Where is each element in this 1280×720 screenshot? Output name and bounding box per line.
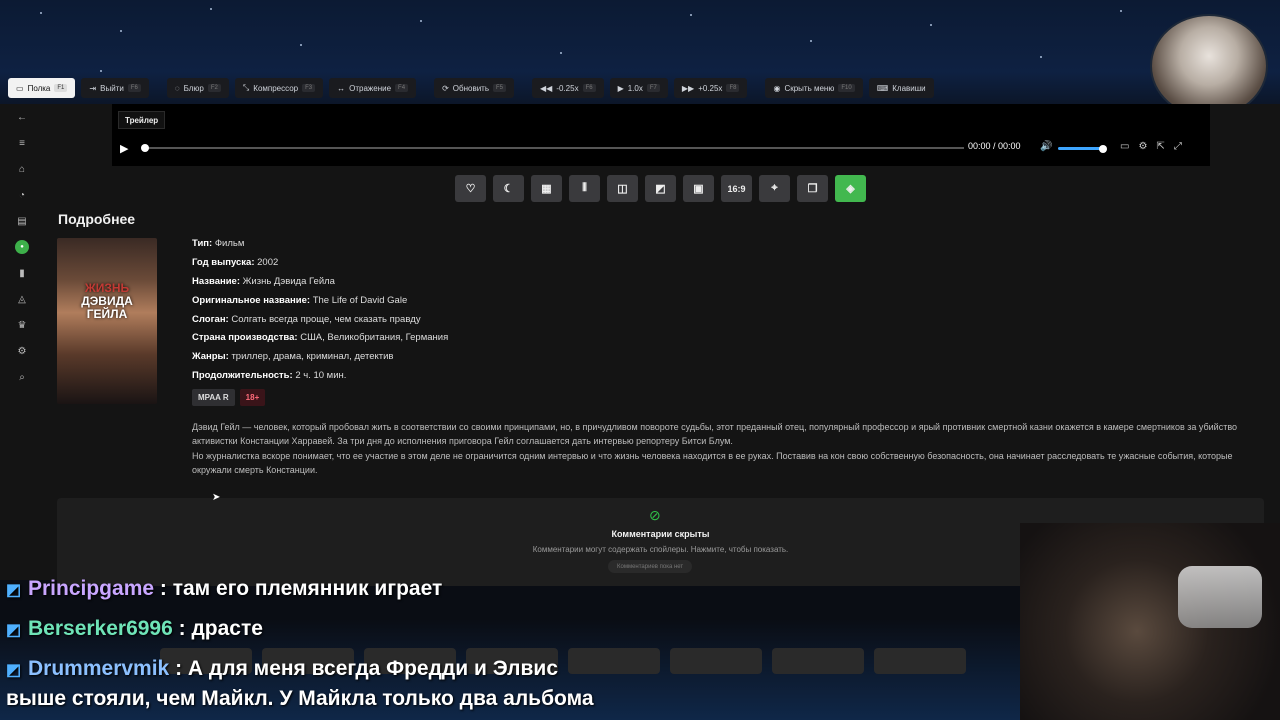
eye-slash-icon: ⊘	[649, 507, 661, 523]
fullscreen-icon[interactable]: ⤢	[1174, 141, 1182, 152]
rewind-icon: ◀◀	[540, 83, 553, 93]
picture-adjust-icon[interactable]: ◩	[645, 175, 676, 202]
shelf-button[interactable]: ▭ Полка F1	[8, 78, 76, 98]
menu-icon[interactable]: ≡	[15, 136, 29, 150]
info-row-slogan: Слоган: Солгать всегда проще, чем сказат…	[192, 313, 421, 325]
comments-empty: Комментариев пока нет	[608, 560, 693, 573]
bookmark-icon[interactable]: ▮	[15, 266, 29, 280]
streamer-avatar	[1150, 14, 1268, 118]
mirror-icon: ↔	[337, 83, 346, 93]
thumbnail[interactable]	[874, 648, 966, 674]
keys-button[interactable]: ⌨ Клавиши	[868, 78, 934, 98]
trailer-tag: Трейлер	[118, 111, 166, 129]
trophy-icon[interactable]: ♛	[15, 318, 29, 332]
popout-icon[interactable]: ⇱	[1156, 141, 1164, 152]
movie-description: Дэвид Гейл — человек, который пробовал ж…	[192, 422, 1238, 476]
copy-icon[interactable]: ❐	[797, 175, 828, 202]
effects-row: ♡ ☾ ▦ ⦀ ◫ ◩ ▣ 16:9 ⌖ ❐ ◈	[455, 175, 866, 202]
time-display: 00:00 / 00:00	[968, 141, 1021, 151]
mpaa-badge: MPAA R	[192, 389, 235, 406]
volume-handle[interactable]	[1099, 144, 1107, 153]
sidebar: ← ≡ ⌂ ◔ ▤ ● ▮ ◬ ♛ ⚙ ⌕	[10, 110, 34, 384]
progress-bar[interactable]	[141, 144, 964, 152]
volume-icon[interactable]: 🔊	[1040, 141, 1052, 152]
aspect-ratio-button[interactable]: 16:9	[721, 175, 752, 202]
compressor-icon: ⤡	[242, 83, 250, 92]
chat-message: ◩ Principgame : там его племянник играет	[6, 577, 443, 600]
slower-button[interactable]: ◀◀ -0.25x F6	[532, 78, 604, 98]
volume-slider[interactable]	[1058, 144, 1107, 153]
thumbnail[interactable]	[670, 648, 762, 674]
movie-poster: ЖИЗНЬ ДЭВИДА ГЕЙЛА	[57, 238, 157, 404]
keyboard-icon: ⌨	[876, 83, 889, 93]
picture-in-picture-icon[interactable]: ▣	[683, 175, 714, 202]
movie-info: Тип: Фильм Год выпуска: 2002 Название: Ж…	[192, 238, 448, 389]
grid-icon[interactable]: ▦	[531, 175, 562, 202]
thumbnail[interactable]	[772, 648, 864, 674]
exit-button[interactable]: ⇥ Выйти F6	[81, 78, 149, 98]
book-icon[interactable]: ▤	[15, 214, 29, 228]
info-row-genres: Жанры: триллер, драма, криминал, детекти…	[192, 351, 394, 363]
hide-menu-button[interactable]: ◉ Скрыть меню F10	[765, 78, 863, 98]
back-arrow-icon[interactable]: ←	[15, 110, 29, 124]
faster-button[interactable]: ▶▶ +0.25x F8	[673, 78, 748, 98]
progress-handle[interactable]	[141, 144, 149, 152]
gear-icon[interactable]: ⚙	[15, 344, 29, 358]
night-mode-icon[interactable]: ☾	[493, 175, 524, 202]
exit-icon: ⇥	[89, 83, 97, 93]
poster-title: ЖИЗНЬ ДЭВИДА ГЕЙЛА	[81, 281, 133, 321]
mouse-cursor: ➤	[212, 492, 221, 503]
home-icon[interactable]: ⌂	[15, 162, 29, 176]
info-row-duration: Продолжительность: 2 ч. 10 мин.	[192, 370, 347, 382]
play-icon: ▶	[617, 83, 624, 93]
shelf-icon: ▭	[16, 83, 24, 93]
age-badge: 18+	[239, 389, 266, 406]
compressor-button[interactable]: ⤡ Компрессор F3	[234, 78, 324, 98]
video-player[interactable]	[112, 104, 1210, 166]
chat-message: ◩ Drummervmik : А для меня всегда Фредди …	[6, 657, 559, 680]
screenshot-icon[interactable]: ⌖	[759, 175, 790, 202]
settings-icon[interactable]: ⚙	[1138, 141, 1147, 152]
video-controls: ▶ 00:00 / 00:00 🔊 ▭ ⚙ ⇱ ⤢	[120, 141, 1200, 155]
refresh-button[interactable]: ⟳ Обновить F5	[434, 78, 515, 98]
search-icon[interactable]: ⌕	[15, 370, 29, 384]
chat-message-continued: выше стояли, чем Майкл. У Майкла только …	[6, 687, 594, 710]
refresh-icon: ⟳	[442, 83, 449, 93]
section-title: Подробнее	[58, 211, 136, 227]
blur-button[interactable]: ◌ Блюр F2	[166, 78, 229, 98]
play-icon[interactable]: ▶	[120, 142, 136, 155]
webcam-chair	[1178, 566, 1262, 628]
subtitles-icon[interactable]: ▭	[1120, 141, 1129, 152]
chat-badge-icon: ◩	[6, 662, 22, 679]
rating-badges: MPAA R 18+	[192, 389, 266, 406]
history-icon[interactable]: ◔	[15, 188, 29, 202]
eye-icon: ◉	[773, 83, 781, 93]
info-row-original-name: Оригинальное название: The Life of David…	[192, 294, 408, 306]
audio-wave-icon[interactable]: ⦀	[569, 175, 600, 202]
chat-message: ◩ Berserker6996 : драсте	[6, 617, 263, 640]
profile-icon[interactable]: ●	[15, 240, 29, 254]
info-row-name: Название: Жизнь Дэвида Гейла	[192, 275, 335, 287]
layers-icon[interactable]: ◈	[835, 175, 866, 202]
thumbnail[interactable]	[568, 648, 660, 674]
info-row-year: Год выпуска: 2002	[192, 256, 279, 268]
normal-speed-button[interactable]: ▶ 1.0x F7	[609, 78, 668, 98]
info-row-country: Страна производства: США, Великобритания…	[192, 332, 449, 344]
blur-icon: ◌	[174, 83, 180, 93]
fast-forward-icon: ▶▶	[681, 83, 695, 93]
favorite-heart-icon[interactable]: ♡	[455, 175, 486, 202]
top-toolbar: ▭ Полка F1 ⇥ Выйти F6 ◌ Блюр F2 ⤡ Компрессор F3 …	[8, 78, 934, 98]
info-row-type: Тип: Фильм	[192, 238, 245, 249]
chat-badge-icon: ◩	[6, 622, 22, 639]
chat-badge-icon: ◩	[6, 582, 22, 599]
bell-icon[interactable]: ◬	[15, 292, 29, 306]
mirror-button[interactable]: ↔ Отражение F4	[329, 78, 417, 98]
split-view-icon[interactable]: ◫	[607, 175, 638, 202]
